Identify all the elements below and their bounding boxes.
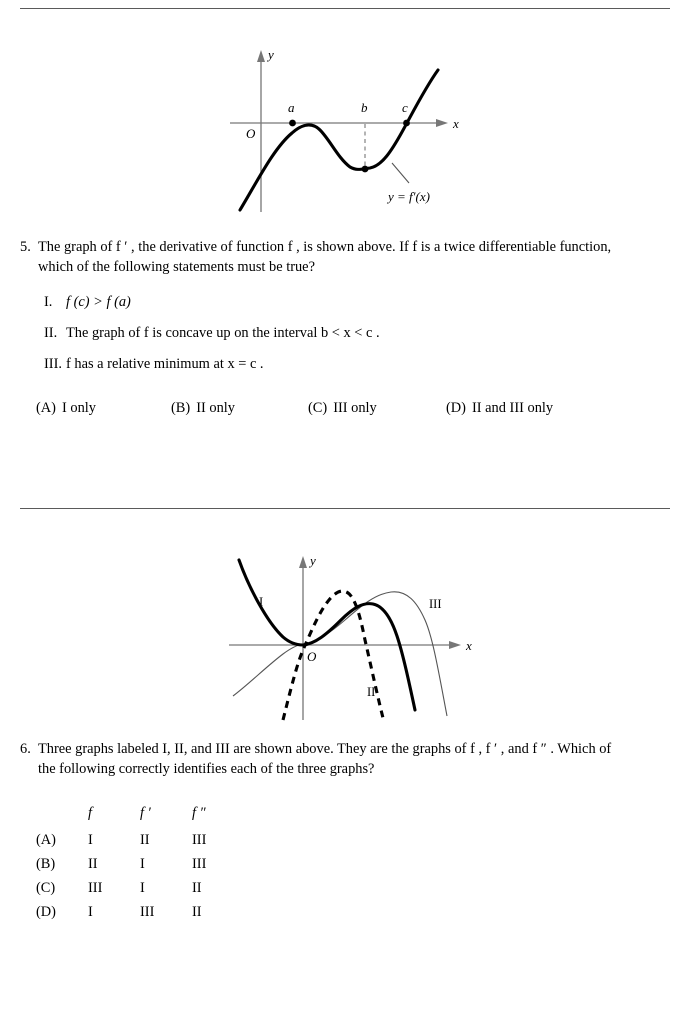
choice-d-label: (D) <box>36 903 56 920</box>
statement-item: I. f (c) > f (a) <box>44 294 644 311</box>
figure6-origin-label: O <box>307 649 317 664</box>
choice-d-value-fdoubleprime: II <box>192 903 202 920</box>
exam-page: y x O a b c y = f′(x) 5. The graph of f ′… <box>0 0 691 1024</box>
choice-c-label: (C) <box>308 400 328 416</box>
statement-text: The graph of f is concave up on the inte… <box>66 325 380 341</box>
question-5-block: 5. The graph of f ′ , the derivative of f… <box>20 238 675 277</box>
figure5-x-label: x <box>452 116 459 131</box>
figure6-label-iii: III <box>429 597 442 611</box>
choice-b[interactable]: (B) II only <box>171 400 235 417</box>
figure5-point-c <box>403 119 410 127</box>
header-f: f <box>88 804 92 821</box>
question-5-number: 5. <box>20 239 31 255</box>
choice-d-text: II and III only <box>471 400 554 416</box>
divider-middle <box>20 508 670 509</box>
divider-top <box>20 8 670 9</box>
question-6-text-line2: the following correctly identifies each … <box>38 760 375 777</box>
choice-a[interactable]: (A) I only <box>36 400 96 417</box>
choice-c-value-fprime: I <box>140 879 145 896</box>
choice-b-label: (B) <box>171 400 191 416</box>
question-5-statements: I. f (c) > f (a) II. The graph of f is con… <box>44 294 644 387</box>
figure-derivative-graph: y x O a b c y = f′(x) <box>210 40 480 225</box>
choice-d-value-f: I <box>88 903 93 920</box>
choice-c-text: III only <box>333 400 377 416</box>
choice-a-label: (A) <box>36 400 56 416</box>
figure6-y-label: y <box>308 553 316 568</box>
question-5-line2: which of the following statements must b… <box>20 258 675 278</box>
figure6-label-ii: II <box>367 685 375 699</box>
figure6-label-i: I <box>259 595 263 609</box>
statement-text: f (c) > f (a) <box>66 294 131 310</box>
figure5-point-a <box>289 119 296 127</box>
statement-item: III. f has a relative minimum at x = c . <box>44 356 644 373</box>
choice-c[interactable]: (C) III only <box>308 400 377 417</box>
choice-b-value-fprime: I <box>140 855 145 872</box>
figure5-label-b: b <box>361 100 368 115</box>
statement-number: II. <box>44 325 58 341</box>
choice-d-label: (D) <box>446 400 466 416</box>
question-6-block: 6. Three graphs labeled I, II, and III ar… <box>20 740 675 779</box>
table-row-choice-b[interactable]: (B) II I III <box>36 852 230 876</box>
choice-b-label: (B) <box>36 855 56 872</box>
statement-item: II. The graph of f is concave up on the i… <box>44 325 644 342</box>
table-row-choice-c[interactable]: (C) III I II <box>36 876 230 900</box>
table-row-choice-a[interactable]: (A) I II III <box>36 828 230 852</box>
question-6-number: 6. <box>20 741 31 757</box>
question-6-line2: the following correctly identifies each … <box>20 760 675 780</box>
choice-c-value-f: III <box>88 879 103 896</box>
choice-d-value-fprime: III <box>140 903 155 920</box>
choice-a-value-fprime: II <box>140 831 150 848</box>
figure5-point-b <box>361 165 369 173</box>
question-6-choice-table: f f ′ f ″ (A) I II III (B) II I III (C) … <box>36 802 230 924</box>
header-f-prime: f ′ <box>140 804 151 821</box>
figure-three-graphs: y x O I II III <box>215 548 480 728</box>
choice-d[interactable]: (D) II and III only <box>446 400 553 417</box>
question-5-text-line1: The graph of f ′ , the derivative of fun… <box>38 239 612 255</box>
choice-b-value-f: II <box>88 855 98 872</box>
question-5-text-line2: which of the following statements must b… <box>38 258 315 275</box>
choice-a-text: I only <box>61 400 96 416</box>
figure6-x-label: x <box>465 638 472 653</box>
table-row-choice-d[interactable]: (D) I III II <box>36 900 230 924</box>
statement-text: f has a relative minimum at x = c . <box>66 356 264 372</box>
figure5-y-label: y <box>266 47 274 62</box>
header-spacer <box>36 802 74 828</box>
choice-c-label: (C) <box>36 879 56 896</box>
header-f-double-prime: f ″ <box>192 804 206 821</box>
statement-number: I. <box>44 294 53 310</box>
table-header-row: f f ′ f ″ <box>36 802 230 828</box>
choice-b-text: II only <box>196 400 235 416</box>
question-5-line1: 5. The graph of f ′ , the derivative of f… <box>20 238 675 258</box>
choice-a-value-f: I <box>88 831 93 848</box>
choice-c-value-fdoubleprime: II <box>192 879 202 896</box>
figure5-origin-label: O <box>246 126 256 141</box>
figure5-label-c: c <box>402 100 408 115</box>
choice-b-value-fdoubleprime: III <box>192 855 207 872</box>
question-6-text-line1: Three graphs labeled I, II, and III are … <box>38 741 612 757</box>
figure5-caption: y = f′(x) <box>386 189 430 204</box>
choice-a-label: (A) <box>36 831 56 848</box>
figure5-label-a: a <box>288 100 295 115</box>
statement-number: III. <box>44 356 62 372</box>
question-6-line1: 6. Three graphs labeled I, II, and III ar… <box>20 740 675 760</box>
choice-a-value-fdoubleprime: III <box>192 831 207 848</box>
